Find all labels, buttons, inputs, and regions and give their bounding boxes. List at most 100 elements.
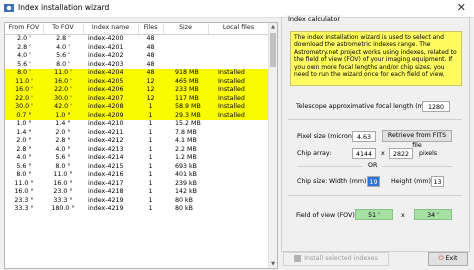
cell-files: 12 bbox=[146, 86, 155, 93]
cell-size: 7.8 MB bbox=[175, 128, 197, 136]
cell-local-files: Installed bbox=[218, 111, 245, 119]
cell-local-files: Installed bbox=[218, 94, 245, 102]
cell-files: 1 bbox=[148, 205, 153, 212]
table-scrollbar[interactable]: ▲ ▼ bbox=[268, 23, 277, 268]
column-header-local-files[interactable]: Local files bbox=[208, 24, 269, 34]
cell-index-name: index-4219 bbox=[88, 205, 124, 212]
cell-to-fov: 11.0 ' bbox=[54, 69, 72, 76]
chip-width-mm-field[interactable]: 19 bbox=[367, 176, 380, 187]
info-text: The index installation wizard is used to… bbox=[290, 31, 462, 86]
exit-icon: ⏻ bbox=[438, 255, 444, 262]
pixel-size-field[interactable]: 4.63 bbox=[352, 131, 376, 142]
table-row[interactable]: 1.4 ° 2.0 ° index-4211 1 7.8 MB bbox=[5, 129, 269, 138]
cell-to-fov: 22.0 ' bbox=[54, 86, 72, 93]
cell-to-fov: 4.0 ' bbox=[56, 43, 70, 51]
table-row[interactable]: 4.0 ° 5.6 ° index-4214 1 1.2 MB bbox=[5, 154, 269, 163]
cell-to-fov: 42.0 ' bbox=[54, 103, 72, 110]
table-row[interactable]: 4.0 ' 5.6 ' index-4202 48 bbox=[5, 52, 269, 61]
table-row[interactable]: 8.0 ' 11.0 ' index-4204 48 918 MB Installed bbox=[5, 69, 269, 78]
retrieve-from-fits-button[interactable]: Retrieve from FITS file bbox=[382, 130, 452, 149]
cell-to-fov: 2.0 ° bbox=[55, 128, 71, 136]
scroll-down-icon[interactable]: ▼ bbox=[269, 260, 277, 268]
cell-index-name: index-4210 bbox=[88, 120, 124, 127]
cell-local-files: Installed bbox=[218, 86, 245, 93]
cell-index-name: index-4219 bbox=[88, 196, 124, 204]
table-row[interactable]: 8.0 ° 11.0 ° index-4216 1 401 kB bbox=[5, 171, 269, 180]
cell-size: 80 kB bbox=[175, 205, 193, 212]
cell-files: 1 bbox=[148, 145, 153, 153]
scroll-up-icon[interactable]: ▲ bbox=[269, 23, 277, 31]
cell-size: 918 MB bbox=[175, 69, 199, 76]
column-header-from-fov[interactable]: From FOV bbox=[5, 24, 44, 34]
cell-index-name: index-4212 bbox=[88, 137, 124, 144]
column-header-files[interactable]: Files bbox=[138, 24, 164, 34]
cell-to-fov: 2.8 ' bbox=[56, 35, 70, 42]
cell-index-name: index-4214 bbox=[88, 154, 124, 161]
table-row[interactable]: 2.0 ' 2.8 ' index-4200 48 bbox=[5, 35, 269, 44]
cell-size: 117 MB bbox=[175, 94, 199, 102]
cell-files: 1 bbox=[148, 120, 153, 127]
cell-local-files bbox=[218, 163, 268, 172]
cell-size: 1.2 MB bbox=[175, 154, 197, 161]
cell-size: 29.3 MB bbox=[175, 111, 201, 119]
table-row[interactable]: 5.6 ° 8.0 ° index-4215 1 693 kB bbox=[5, 163, 269, 172]
cell-index-name: index-4207 bbox=[88, 94, 124, 102]
table-row[interactable]: 5.6 ' 8.0 ' index-4203 48 bbox=[5, 61, 269, 70]
table-row[interactable]: 33.3 ° 180.0 ° index-4219 1 80 kB bbox=[5, 205, 269, 214]
or-separator-left bbox=[297, 166, 362, 167]
column-header-index-name[interactable]: Index name bbox=[83, 24, 139, 34]
cell-index-name: index-4201 bbox=[88, 43, 124, 51]
or-label: OR bbox=[368, 162, 378, 169]
chip-height-pixels-field[interactable]: 2822 bbox=[389, 148, 413, 159]
cell-from-fov: 8.0 ° bbox=[16, 171, 32, 178]
scrollbar-thumb[interactable] bbox=[270, 33, 276, 67]
column-header-size[interactable]: Size bbox=[163, 24, 209, 34]
table-row[interactable]: 22.0 ' 30.0 ' index-4207 12 117 MB Installed bbox=[5, 94, 269, 103]
close-icon[interactable]: ✕ bbox=[457, 1, 466, 14]
table-row[interactable]: 11.0 ° 16.0 ° index-4217 1 239 kB bbox=[5, 180, 269, 189]
table-row[interactable]: 1.0 ° 1.4 ° index-4210 1 15.2 MB bbox=[5, 120, 269, 129]
cell-index-name: index-4209 bbox=[88, 111, 124, 119]
fov-x-label: x bbox=[401, 212, 405, 219]
cell-to-fov: 16.0 ° bbox=[53, 179, 73, 187]
install-icon bbox=[294, 254, 302, 262]
cell-to-fov: 16.0 ' bbox=[54, 77, 72, 85]
wizard-window: Index installation wizard ✕ From FOV To … bbox=[0, 0, 474, 270]
cell-to-fov: 30.0 ' bbox=[54, 94, 72, 102]
table-row[interactable]: 2.8 ° 4.0 ° index-4213 1 2.2 MB bbox=[5, 146, 269, 155]
cell-local-files bbox=[218, 129, 268, 138]
cell-local-files bbox=[218, 146, 268, 155]
table-row[interactable]: 0.7 ° 1.0 ° index-4209 1 29.3 MB Installed bbox=[5, 111, 269, 120]
table-row[interactable]: 2.8 ' 4.0 ' index-4201 48 bbox=[5, 44, 269, 53]
install-selected-indexes-button[interactable]: Install selected indexes bbox=[283, 252, 389, 266]
cell-size: 401 kB bbox=[175, 171, 197, 178]
cell-index-name: index-4206 bbox=[88, 86, 124, 93]
cell-local-files bbox=[218, 197, 268, 206]
cell-local-files bbox=[218, 52, 268, 61]
focal-length-field[interactable]: 1280 bbox=[422, 101, 450, 112]
cell-size bbox=[165, 44, 215, 53]
cell-files: 48 bbox=[146, 52, 155, 59]
cell-size bbox=[165, 52, 215, 61]
column-header-to-fov[interactable]: To FOV bbox=[43, 24, 84, 34]
cell-from-fov: 16.0 ' bbox=[15, 86, 33, 93]
chip-width-pixels-field[interactable]: 4144 bbox=[352, 148, 376, 159]
cell-files: 1 bbox=[148, 171, 153, 178]
cell-to-fov: 23.0 ° bbox=[53, 188, 73, 195]
cell-files: 48 bbox=[146, 69, 155, 76]
cell-from-fov: 4.0 ° bbox=[16, 154, 32, 161]
separator bbox=[288, 195, 462, 196]
exit-button[interactable]: ⏻ Exit bbox=[428, 252, 468, 266]
cell-to-fov: 180.0 ° bbox=[51, 205, 75, 212]
table-row[interactable]: 11.0 ' 16.0 ' index-4205 12 465 MB Installed bbox=[5, 77, 269, 86]
table-row[interactable]: 2.0 ° 2.8 ° index-4212 1 4.1 MB bbox=[5, 137, 269, 146]
table-body: 2.0 ' 2.8 ' index-4200 48 2.8 ' 4.0 ' index-42… bbox=[5, 35, 269, 214]
index-calculator-legend: Index calculator bbox=[286, 15, 343, 23]
cell-local-files bbox=[218, 171, 268, 180]
table-row[interactable]: 16.0 ' 22.0 ' index-4206 12 233 MB Installed bbox=[5, 86, 269, 95]
table-row[interactable]: 23.3 ° 33.3 ° index-4219 1 80 kB bbox=[5, 197, 269, 206]
cell-from-fov: 2.0 ° bbox=[16, 137, 32, 144]
table-row[interactable]: 30.0 ' 42.0 ' index-4208 1 58.9 MB Installed bbox=[5, 103, 269, 112]
chip-height-mm-field[interactable]: 13 bbox=[431, 176, 444, 187]
table-row[interactable]: 16.0 ° 23.0 ° index-4218 1 142 kB bbox=[5, 188, 269, 197]
